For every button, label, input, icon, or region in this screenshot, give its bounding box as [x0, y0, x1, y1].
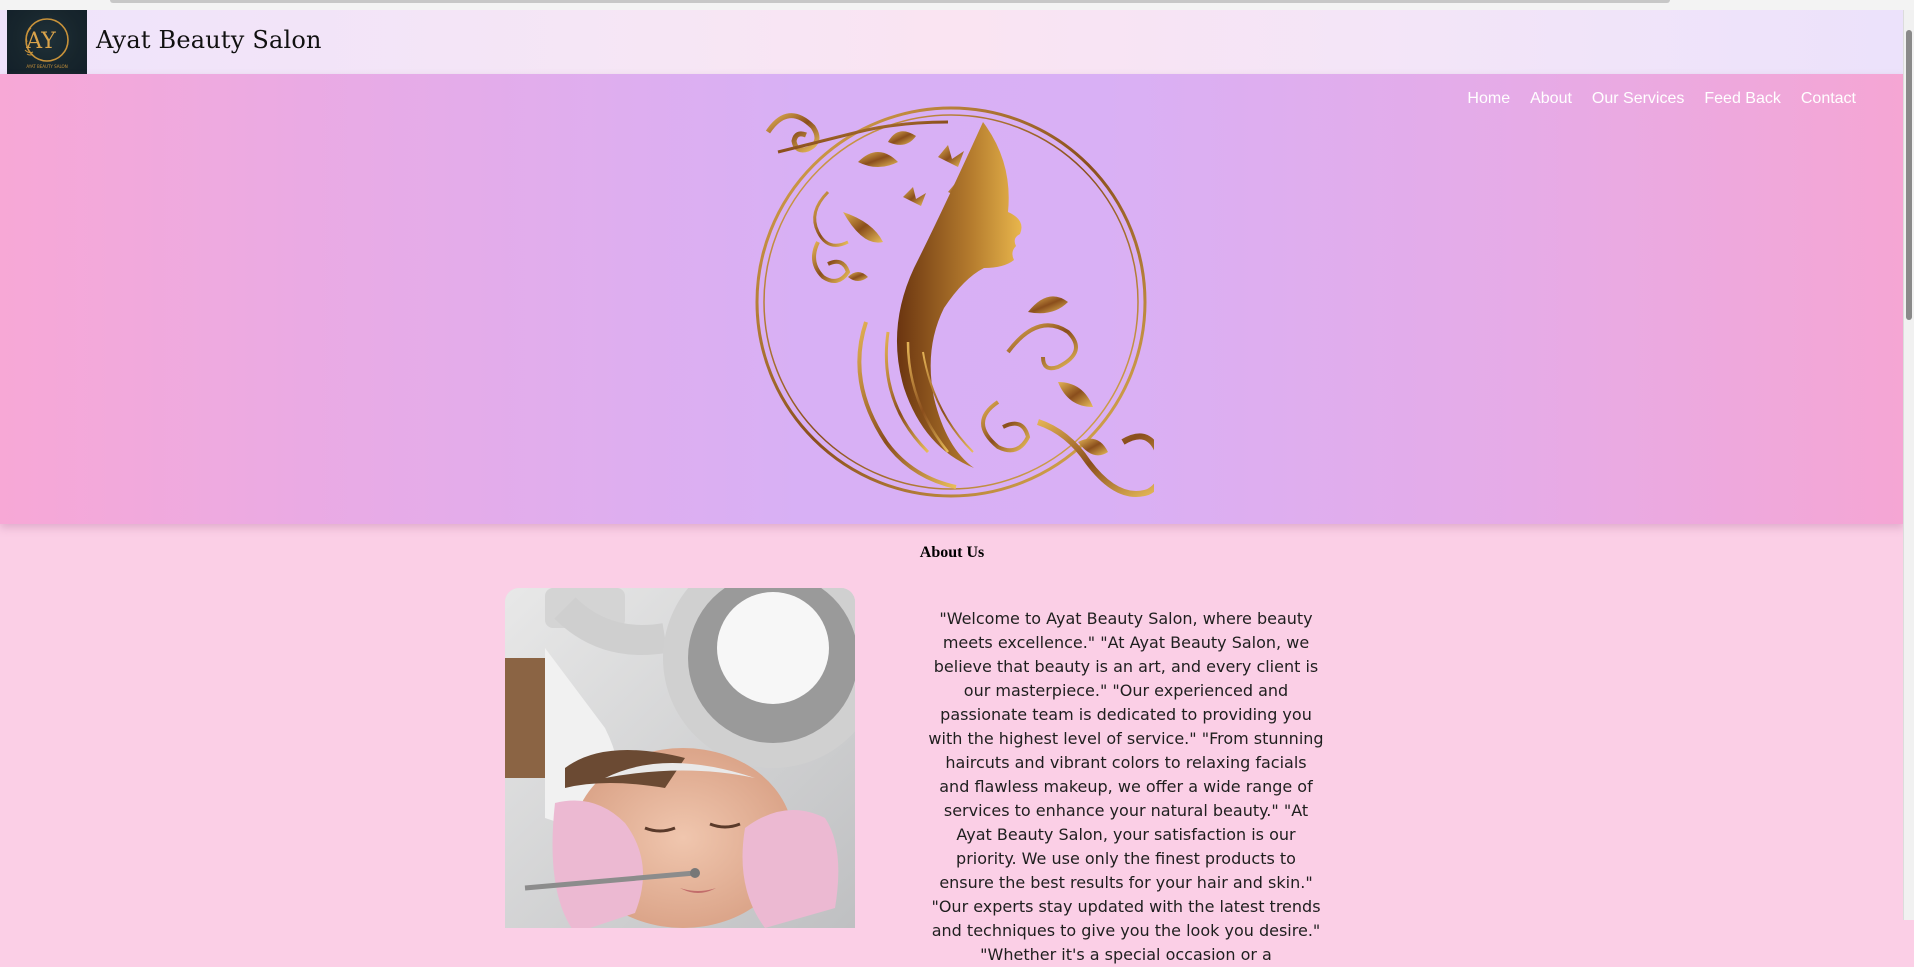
hero-banner: Home About Our Services Feed Back Contac…: [0, 74, 1904, 524]
horizontal-scrollbar[interactable]: [110, 0, 1670, 3]
svg-text:AYAT BEAUTY SALON: AYAT BEAUTY SALON: [26, 64, 67, 69]
nav-services-link[interactable]: Our Services: [1592, 90, 1684, 108]
brand-name[interactable]: Ayat Beauty Salon: [96, 26, 322, 54]
scrollbar-thumb[interactable]: [1906, 30, 1912, 320]
about-title: About Us: [919, 544, 985, 561]
about-description: "Welcome to Ayat Beauty Salon, where bea…: [928, 609, 1324, 964]
salon-emblem-image: [755, 106, 1154, 498]
nav-contact-link[interactable]: Contact: [1801, 90, 1856, 108]
facial-treatment-photo: [505, 588, 855, 928]
main-nav: Home About Our Services Feed Back Contac…: [1467, 90, 1856, 108]
site-header: AY AYAT BEAUTY SALON Ayat Beauty Salon: [0, 10, 1904, 75]
svg-text:AY: AY: [25, 29, 56, 54]
nav-home-link[interactable]: Home: [1467, 90, 1510, 108]
brand-logo[interactable]: AY AYAT BEAUTY SALON: [7, 10, 87, 74]
nav-about-link[interactable]: About: [1530, 90, 1572, 108]
vertical-scrollbar[interactable]: [1903, 10, 1914, 920]
nav-feedback-link[interactable]: Feed Back: [1704, 90, 1780, 108]
